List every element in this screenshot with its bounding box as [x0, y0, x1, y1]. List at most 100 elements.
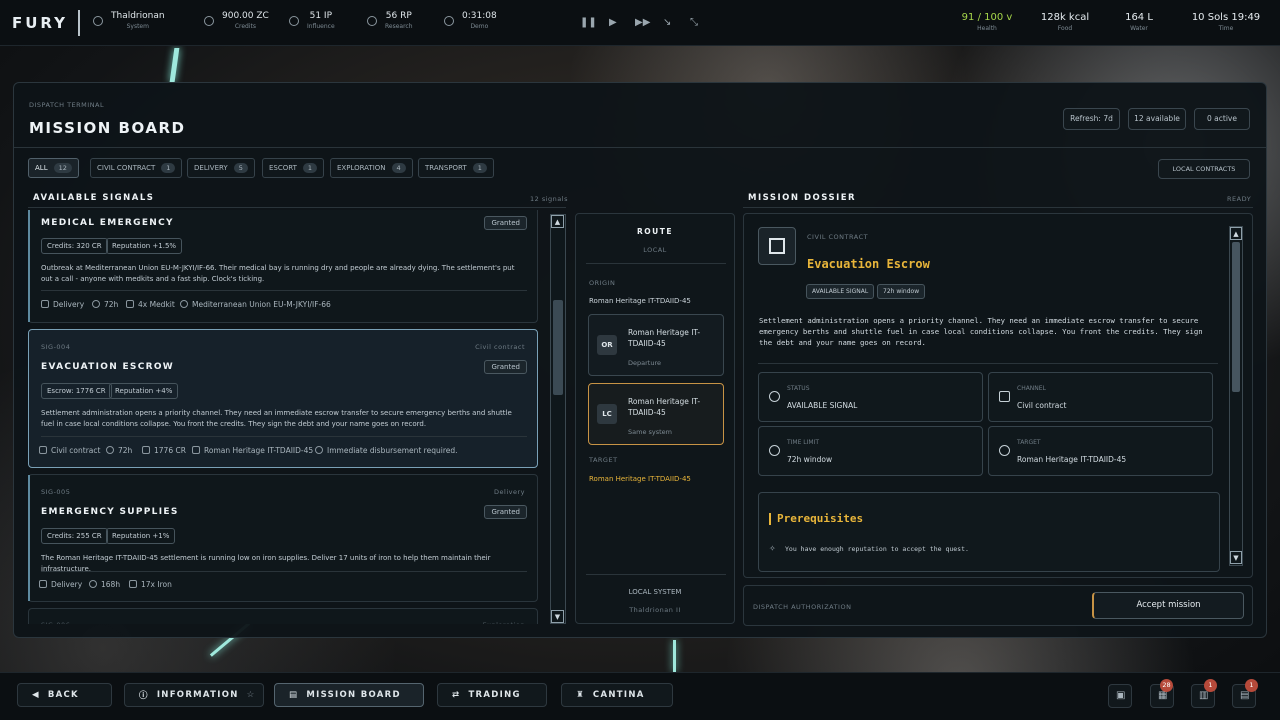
- trading-button[interactable]: ⇄ TRADING: [437, 683, 547, 707]
- origin-label: ORIGIN: [589, 279, 616, 287]
- information-label: INFORMATION: [156, 690, 239, 700]
- signal-card-medical-emergency[interactable]: MEDICAL EMERGENCY Granted Credits: 320 C…: [28, 210, 538, 323]
- mission-board-label: MISSION BOARD: [306, 690, 401, 700]
- channel-value: Civil contract: [1017, 401, 1067, 410]
- tab-label: CIVIL CONTRACT: [97, 164, 156, 172]
- target-label: TARGET: [589, 456, 618, 464]
- log-button[interactable]: ▣: [1108, 684, 1132, 708]
- signal-card-partial[interactable]: SIG-006 Exploration: [28, 608, 538, 624]
- target-label: TARGET: [1017, 439, 1041, 446]
- available-count: 12 available: [1128, 108, 1186, 130]
- route-node-local[interactable]: LC Roman Heritage IT-TDAIID-45 Same syst…: [588, 383, 724, 445]
- card-note: Immediate disbursement required.: [327, 446, 458, 455]
- system-stat[interactable]: Thaldrionan System: [93, 11, 165, 30]
- pause-icon[interactable]: ❚❚: [580, 17, 597, 28]
- max-speed-icon[interactable]: ⤡: [690, 17, 698, 28]
- card-type: Delivery: [53, 300, 85, 309]
- signals-scroll-thumb[interactable]: [553, 300, 563, 395]
- box-icon: [758, 227, 796, 265]
- accept-mission-button[interactable]: Accept mission: [1092, 592, 1244, 619]
- signal-card-evacuation-escrow[interactable]: SIG-004 Civil contract EVACUATION ESCROW…: [28, 329, 538, 468]
- fast-forward-icon[interactable]: ▶▶: [635, 17, 650, 28]
- scroll-up-icon[interactable]: ▲: [551, 215, 564, 228]
- signals-divider: [28, 207, 566, 208]
- tab-label: ESCORT: [269, 164, 297, 172]
- box-icon: [39, 446, 47, 454]
- status-box: STATUS AVAILABLE SIGNAL: [758, 372, 983, 422]
- card-divider: [41, 290, 527, 291]
- scroll-down-icon[interactable]: ▼: [1230, 551, 1242, 564]
- card-destination: Mediterranean Union EU-M-JKYI/IF-66: [192, 300, 331, 309]
- card-duration: 72h: [118, 446, 133, 455]
- alert-icon: [315, 446, 323, 454]
- tab-label: DELIVERY: [194, 164, 228, 172]
- reward-chip: Escrow: 1776 CR: [41, 383, 112, 399]
- back-button[interactable]: ◀ BACK: [17, 683, 112, 707]
- card-cargo: 17x Iron: [141, 580, 172, 589]
- tab-label: ALL: [35, 164, 48, 172]
- signals-scrollbar[interactable]: [550, 214, 566, 624]
- route-subtitle: LOCAL: [643, 246, 667, 254]
- demo-stat[interactable]: 0:31:08 Demo: [444, 11, 497, 30]
- signal-card-emergency-supplies[interactable]: SIG-005 Delivery EMERGENCY SUPPLIES Gran…: [28, 474, 538, 602]
- tab-civil-contract[interactable]: CIVIL CONTRACT 1: [90, 158, 183, 178]
- time-limit-label: TIME LIMIT: [787, 439, 820, 446]
- demo-label: Demo: [470, 23, 489, 30]
- tab-escort[interactable]: ESCORT 1: [262, 158, 325, 178]
- route-divider: [586, 263, 726, 264]
- status-value: AVAILABLE SIGNAL: [787, 401, 858, 410]
- tab-transport[interactable]: TRANSPORT 1: [418, 158, 494, 178]
- local-system-label: LOCAL SYSTEM: [628, 588, 682, 596]
- cantina-button[interactable]: ♜ CANTINA: [561, 683, 673, 707]
- dossier-state: READY: [1227, 195, 1252, 203]
- active-count: 0 active: [1194, 108, 1250, 130]
- card-title: MEDICAL EMERGENCY: [41, 218, 174, 228]
- storage-icon: ▥: [1199, 690, 1209, 701]
- system-label: System: [126, 23, 149, 30]
- tab-count: 5: [233, 163, 248, 173]
- tab-delivery[interactable]: DELIVERY 5: [187, 158, 255, 178]
- back-label: BACK: [47, 690, 79, 700]
- influence-stat[interactable]: 51 IP Influence: [289, 11, 335, 30]
- reward-chip: Credits: 255 CR: [41, 528, 108, 544]
- clipboard-icon: ▤: [1240, 690, 1250, 701]
- reward-chip: Credits: 320 CR: [41, 238, 108, 254]
- information-button[interactable]: ⓘ INFORMATION ☆: [124, 683, 264, 707]
- tab-exploration[interactable]: EXPLORATION 4: [330, 158, 413, 178]
- dossier-title: Evacuation Escrow: [807, 257, 930, 271]
- speed-up-icon[interactable]: ↘: [663, 17, 671, 28]
- research-stat[interactable]: 56 RP Research: [367, 11, 413, 30]
- target-value: Roman Heritage IT-TDAIID-45: [1017, 455, 1127, 464]
- card-destination: Roman Heritage IT-TDAIID-45: [204, 446, 314, 455]
- crosshair-icon: [999, 445, 1010, 456]
- signals-count: 12 signals: [530, 195, 568, 203]
- inbox-notification-badge: 28: [1160, 679, 1173, 692]
- system-icon: [93, 15, 103, 26]
- local-contracts-button[interactable]: LOCAL CONTRACTS: [1158, 159, 1250, 179]
- credits-stat[interactable]: 900.00 ZC Credits: [204, 11, 269, 30]
- clock-icon: [444, 15, 454, 26]
- eyebrow-label: DISPATCH TERMINAL: [29, 101, 105, 109]
- card-divider: [41, 571, 527, 572]
- prereq-marker: [769, 513, 771, 525]
- reputation-chip: Reputation +4%: [109, 383, 179, 399]
- node-sub: Departure: [628, 359, 661, 367]
- play-icon[interactable]: ▶: [609, 17, 617, 28]
- clock-icon: [92, 300, 100, 308]
- dispatch-authorization-bar: DISPATCH AUTHORIZATION Accept mission: [743, 585, 1253, 626]
- route-node-origin[interactable]: OR Roman Heritage IT-TDAIID-45 Departure: [588, 314, 724, 376]
- food-value: 128k kcal: [1040, 12, 1090, 23]
- card-category: Delivery: [494, 488, 525, 496]
- terminal-icon: ▤: [289, 690, 299, 700]
- dossier-scroll-thumb[interactable]: [1232, 242, 1240, 392]
- card-type: Delivery: [51, 580, 83, 589]
- tab-all[interactable]: ALL 12: [28, 158, 79, 178]
- medkit-icon: [126, 300, 134, 308]
- scroll-down-icon[interactable]: ▼: [551, 610, 564, 623]
- scroll-up-icon[interactable]: ▲: [1230, 227, 1242, 240]
- target-box: TARGET Roman Heritage IT-TDAIID-45: [988, 426, 1213, 476]
- card-duration: 72h: [104, 300, 119, 309]
- mission-board-button[interactable]: ▤ MISSION BOARD: [274, 683, 424, 707]
- node-name: Roman Heritage IT-TDAIID-45: [628, 397, 701, 417]
- info-icon: [769, 391, 780, 402]
